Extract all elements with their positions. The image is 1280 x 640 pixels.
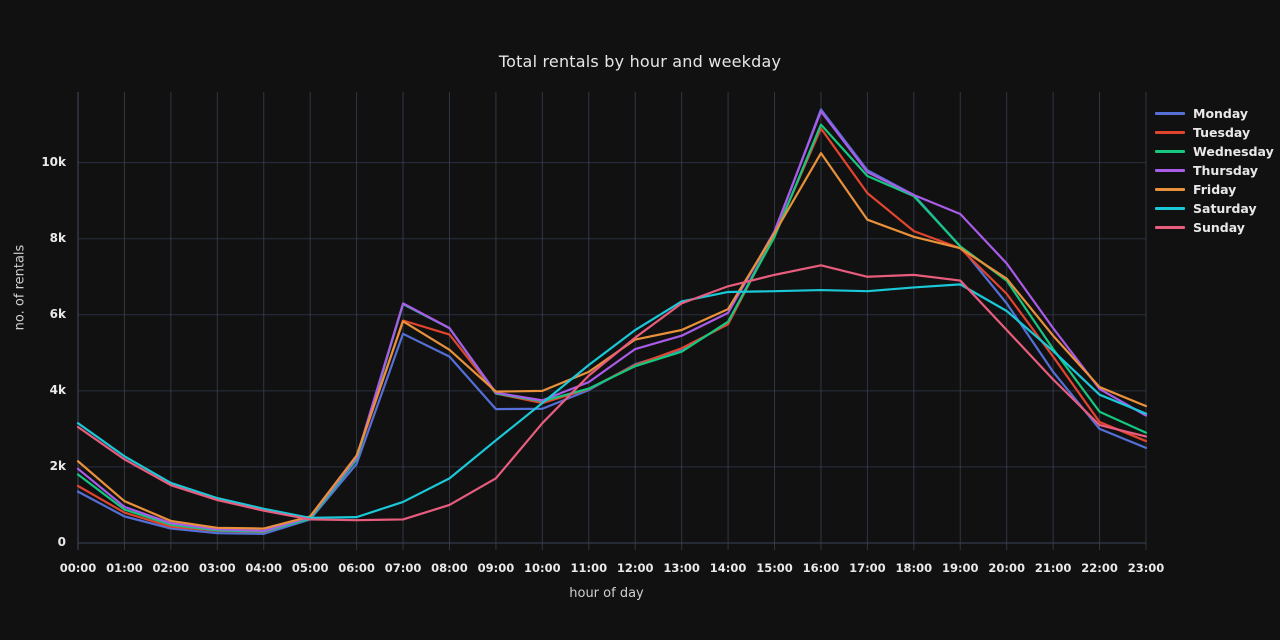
legend-swatch-icon [1155,207,1185,210]
x-gridlines [77,92,1147,550]
series-lines-group [76,108,1148,535]
legend-item-label: Saturday [1193,201,1257,216]
legend-item-monday[interactable]: Monday [1155,104,1280,123]
x-tick-label: 06:00 [338,561,375,575]
series-line-monday [76,108,1148,535]
line-chart-plot-area [76,92,1148,550]
legend-item-sunday[interactable]: Sunday [1155,218,1280,237]
legend-swatch-icon [1155,169,1185,172]
y-axis-title: no. of rentals [12,244,28,331]
legend-swatch-icon [1155,150,1185,153]
legend-item-thursday[interactable]: Thursday [1155,161,1280,180]
x-tick-label: 03:00 [198,561,236,575]
x-tick-label: 09:00 [477,561,515,575]
legend-item-wednesday[interactable]: Wednesday [1155,142,1280,161]
x-tick-label: 05:00 [291,561,329,575]
y-tick-label: 6k [49,306,66,321]
legend-item-friday[interactable]: Friday [1155,180,1280,199]
series-line-thursday [76,110,1148,532]
x-tick-label: 00:00 [59,561,97,575]
x-tick-label: 23:00 [1127,561,1165,575]
x-axis-title: hour of day [569,586,644,601]
x-tick-label: 18:00 [895,561,933,575]
legend-item-label: Friday [1193,182,1237,197]
legend-item-label: Sunday [1193,220,1245,235]
series-line-sunday [76,264,1148,522]
x-tick-label: 14:00 [709,561,747,575]
legend-swatch-icon [1155,112,1185,115]
x-tick-label: 11:00 [570,561,608,575]
x-tick-label: 21:00 [1034,561,1072,575]
y-tick-label: 2k [49,458,66,473]
series-line-wednesday [76,123,1148,533]
y-gridlines [78,162,1146,544]
legend-swatch-icon [1155,226,1185,229]
x-tick-label: 08:00 [431,561,468,575]
x-tick-label: 10:00 [524,561,561,575]
series-line-saturday [76,283,1148,520]
x-tick-label: 17:00 [849,561,886,575]
legend-item-label: Monday [1193,106,1249,121]
x-tick-label: 19:00 [941,561,979,575]
legend-item-label: Thursday [1193,163,1259,178]
x-tick-label: 13:00 [663,561,700,575]
legend-swatch-icon [1155,131,1185,134]
x-tick-label: 15:00 [756,561,793,575]
x-tick-label: 04:00 [245,561,283,575]
x-tick-label: 16:00 [802,561,840,575]
y-tick-label: 10k [41,154,66,169]
series-line-friday [76,152,1148,530]
legend-item-saturday[interactable]: Saturday [1155,199,1280,218]
x-tick-label: 01:00 [106,561,143,575]
x-tick-label: 20:00 [988,561,1025,575]
y-tick-label: 0 [57,535,66,549]
legend-item-label: Wednesday [1193,144,1274,159]
x-tick-label: 02:00 [152,561,190,575]
legend-item-label: Tuesday [1193,125,1251,140]
y-tick-label: 8k [49,230,66,245]
x-tick-label: 22:00 [1081,561,1118,575]
legend-swatch-icon [1155,188,1185,191]
x-tick-label: 07:00 [384,561,422,575]
legend-item-tuesday[interactable]: Tuesday [1155,123,1280,142]
chart-container: Total rentals by hour and weekday 00:00 0… [0,0,1280,640]
x-tick-label: 12:00 [616,561,654,575]
series-line-tuesday [76,127,1148,534]
chart-legend: Monday Tuesday Wednesday Thursday Friday Satu… [1155,104,1280,237]
y-tick-label: 4k [49,382,66,397]
